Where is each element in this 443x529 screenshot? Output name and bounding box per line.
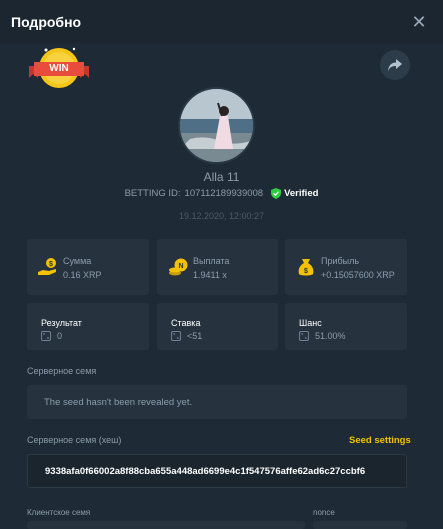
detail-card-result: Результат 0 [27, 303, 149, 350]
share-button[interactable] [380, 50, 410, 80]
money-bag-icon: $ [298, 259, 314, 276]
modal-title: Подробно [11, 14, 82, 30]
detail-label: Ставка [171, 318, 201, 328]
seed-settings-link[interactable]: Seed settings [349, 435, 411, 446]
detail-value: <51 [187, 331, 203, 341]
stat-value: +0.15057600 XRP [321, 270, 395, 280]
client-seed-field[interactable] [27, 521, 305, 529]
stat-label: Сумма [63, 256, 92, 266]
server-seed-hash-value: 9338afa0f66002a8f88cba655a448ad6699e4c1f… [45, 465, 366, 477]
verified-label: Verified [284, 188, 319, 199]
win-badge-text: WIN [49, 63, 69, 74]
avatar [178, 87, 255, 164]
server-seed-value: The seed hasn't been revealed yet. [44, 396, 193, 408]
detail-value: 51.00% [315, 331, 346, 341]
bet-timestamp: 19.12.2020, 12:00:27 [178, 211, 265, 221]
server-seed-hash-label: Серверное семя (хеш) [27, 435, 122, 445]
svg-text:$: $ [49, 261, 53, 268]
betting-id-row: BETTING ID: 107112189939008 Verified [0, 188, 443, 199]
betting-id-value: 107112189939008 [184, 188, 264, 199]
stat-card-amount: $ Сумма 0.16 XRP [27, 239, 149, 295]
detail-label: Шанс [299, 318, 322, 328]
stat-label: Прибыль [321, 256, 360, 266]
nonce-field[interactable] [313, 521, 407, 529]
username: Alla 11 [203, 170, 240, 184]
dice-icon [41, 331, 51, 341]
share-arrow-icon [388, 59, 402, 71]
modal-header: Подробно ✕ [0, 0, 443, 44]
client-seed-label: Клиентское семя [27, 508, 91, 517]
verified-badge: Verified [271, 188, 318, 199]
hand-coin-icon: $ [38, 258, 56, 275]
detail-value: 0 [57, 331, 63, 341]
dice-icon [171, 331, 181, 341]
detail-card-bet: Ставка <51 [157, 303, 278, 350]
stat-value: 1.9411 x [193, 270, 227, 280]
win-badge: WIN [26, 44, 92, 92]
close-icon[interactable]: ✕ [411, 13, 427, 31]
dice-icon [299, 331, 309, 341]
stat-value: 0.16 XRP [63, 270, 102, 280]
detail-card-chance: Шанс 51.00% [285, 303, 407, 350]
server-seed-field: The seed hasn't been revealed yet. [27, 385, 407, 419]
coin-stack-icon: N [169, 258, 188, 276]
svg-text:N: N [178, 263, 183, 270]
betting-id-label: BETTING ID: [124, 188, 181, 199]
nonce-label: nonce [313, 508, 335, 517]
stat-card-payout: N Выплата 1.9411 x [157, 239, 278, 295]
detail-label: Результат [41, 318, 82, 328]
shield-check-icon [271, 188, 282, 199]
svg-text:$: $ [304, 268, 308, 275]
stat-label: Выплата [193, 256, 230, 266]
server-seed-label: Серверное семя [27, 366, 97, 376]
stat-card-profit: $ Прибыль +0.15057600 XRP [285, 239, 407, 295]
server-seed-hash-field[interactable]: 9338afa0f66002a8f88cba655a448ad6699e4c1f… [27, 454, 407, 488]
